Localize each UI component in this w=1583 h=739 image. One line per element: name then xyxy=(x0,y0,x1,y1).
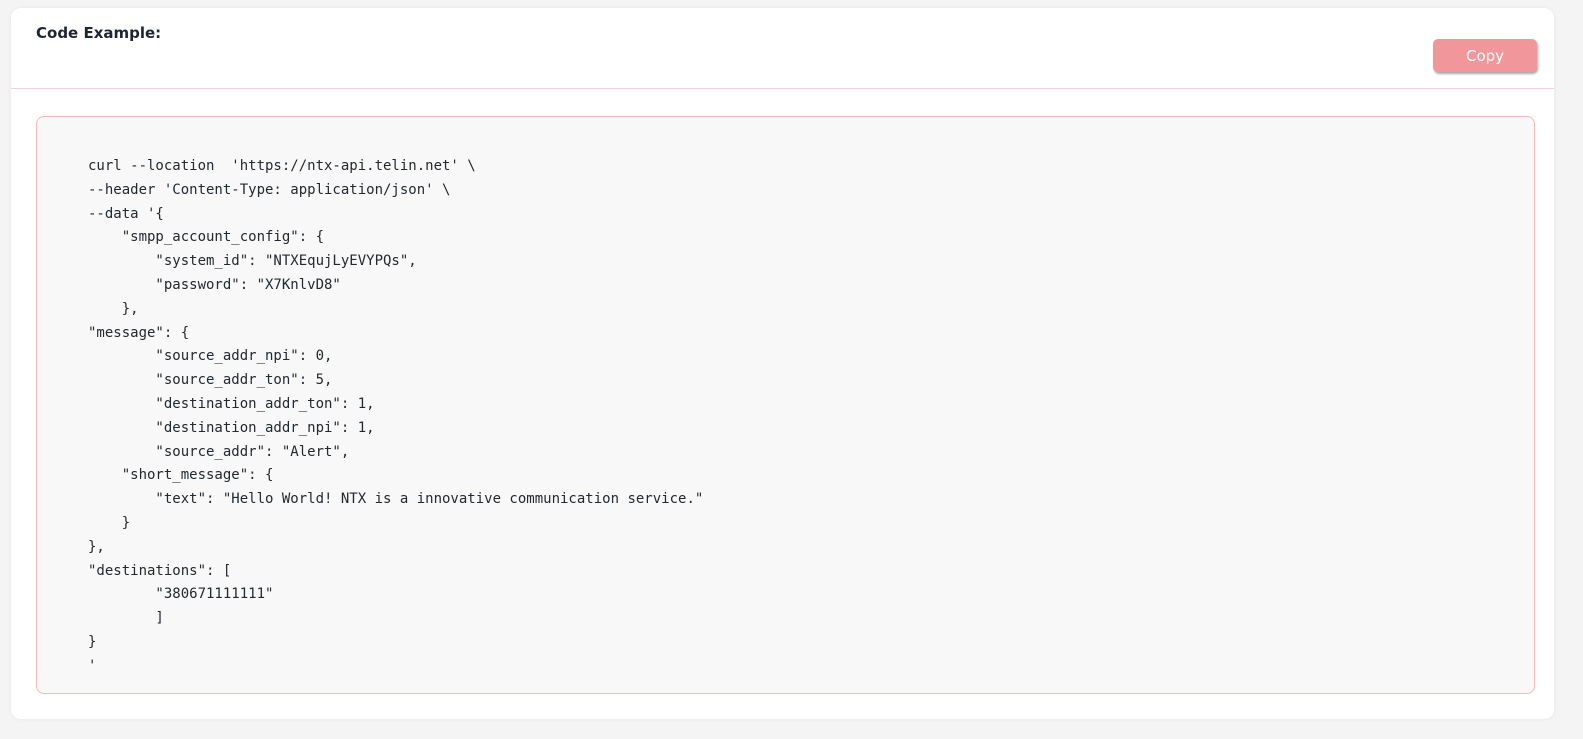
code-line: "system_id": "NTXEqujLyEVYPQs", xyxy=(88,253,417,270)
code-content: curl --location 'https://ntx-api.telin.n… xyxy=(88,155,703,679)
code-line: "source_addr_ton": 5, xyxy=(88,372,333,389)
code-example-card: Code Example: Copy curl --location 'http… xyxy=(11,8,1554,719)
code-line: }, xyxy=(88,538,105,555)
code-line: "destination_addr_npi": 1, xyxy=(88,419,375,436)
code-line: --data '{ xyxy=(88,205,164,222)
code-line: }, xyxy=(88,300,139,317)
code-line: ] xyxy=(88,610,164,627)
code-line: } xyxy=(88,514,131,531)
code-line: "destinations": [ xyxy=(88,562,232,579)
copy-button[interactable]: Copy xyxy=(1433,39,1537,72)
code-line: "password": "X7KnlvD8" xyxy=(88,276,341,293)
code-line: "source_addr": "Alert", xyxy=(88,443,350,460)
code-line: "380671111111" xyxy=(88,586,274,603)
code-line: "source_addr_npi": 0, xyxy=(88,348,333,365)
code-line: "smpp_account_config": { xyxy=(88,229,325,246)
card-header: Code Example: Copy xyxy=(11,8,1554,89)
code-line: "short_message": { xyxy=(88,467,274,484)
code-line: --header 'Content-Type: application/json… xyxy=(88,181,451,198)
code-line: ' xyxy=(88,657,97,674)
card-title: Code Example: xyxy=(36,24,162,42)
code-line: "message": { xyxy=(88,324,190,341)
code-block: curl --location 'https://ntx-api.telin.n… xyxy=(36,116,1535,694)
code-line: curl --location 'https://ntx-api.telin.n… xyxy=(88,158,476,174)
code-line: "destination_addr_ton": 1, xyxy=(88,395,375,412)
code-line: "text": "Hello World! NTX is a innovativ… xyxy=(88,491,704,508)
code-line: } xyxy=(88,633,97,650)
